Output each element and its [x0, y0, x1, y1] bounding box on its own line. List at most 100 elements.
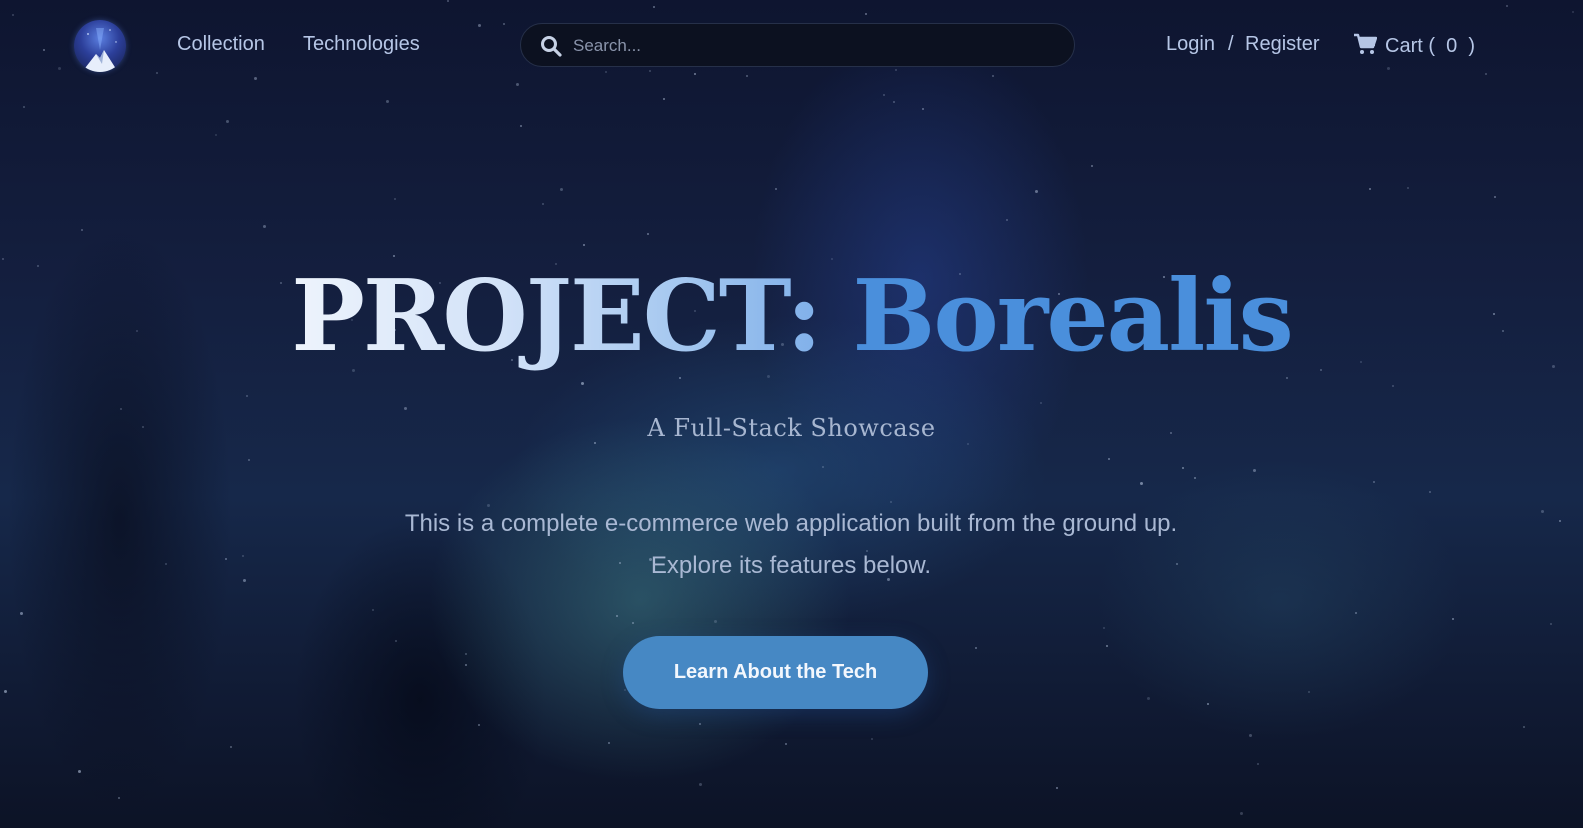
star — [1308, 691, 1310, 693]
star — [1407, 187, 1409, 189]
star — [1541, 510, 1544, 513]
star — [1006, 219, 1008, 221]
search-bar — [520, 23, 1075, 68]
hero-title-borealis: Borealis — [852, 259, 1294, 374]
star — [893, 101, 895, 103]
search-input[interactable] — [571, 24, 1055, 68]
star — [242, 555, 244, 557]
star — [1207, 703, 1209, 705]
star — [520, 125, 522, 127]
star — [775, 188, 777, 190]
star — [465, 653, 467, 655]
nav-link-technologies[interactable]: Technologies — [303, 33, 420, 56]
star — [230, 746, 232, 748]
star — [624, 689, 626, 691]
star — [1253, 469, 1256, 472]
aurora-mountain-logo-icon[interactable] — [74, 20, 126, 72]
star — [246, 395, 248, 397]
register-link[interactable]: Register — [1245, 33, 1319, 56]
star — [78, 770, 81, 773]
star — [647, 233, 649, 235]
star — [883, 94, 885, 96]
star — [967, 443, 969, 445]
hero-description: This is a complete e-commerce web applic… — [404, 510, 1178, 579]
star — [1355, 612, 1357, 614]
star — [581, 382, 584, 385]
star — [699, 783, 702, 786]
star — [1182, 467, 1184, 469]
star — [714, 620, 717, 623]
star — [583, 244, 585, 246]
star — [81, 229, 83, 231]
star — [663, 98, 665, 100]
star — [1147, 697, 1150, 700]
star — [23, 106, 25, 108]
star — [1523, 726, 1525, 728]
star — [922, 108, 924, 110]
star — [394, 198, 396, 200]
login-link[interactable]: Login — [1166, 33, 1215, 56]
star — [608, 742, 610, 744]
star — [226, 120, 229, 123]
star — [1091, 165, 1093, 167]
star — [1140, 482, 1143, 485]
star — [243, 579, 246, 582]
cart-icon — [1354, 33, 1377, 54]
top-navigation: Collection Technologies Login / Register… — [0, 0, 1583, 92]
star — [404, 407, 407, 410]
star — [560, 188, 563, 191]
star — [215, 134, 217, 136]
star — [1452, 618, 1454, 620]
star — [594, 442, 596, 444]
star — [1240, 812, 1243, 815]
star — [478, 724, 480, 726]
star — [1194, 477, 1196, 479]
learn-about-tech-button[interactable]: Learn About the Tech — [623, 636, 928, 709]
star — [616, 615, 618, 617]
star — [975, 647, 977, 649]
star — [1369, 188, 1371, 190]
star — [465, 664, 467, 666]
star — [1035, 190, 1038, 193]
auth-separator: / — [1228, 33, 1234, 55]
star — [20, 612, 23, 615]
nav-link-collection[interactable]: Collection — [177, 33, 265, 56]
star — [871, 738, 873, 740]
star — [1108, 458, 1110, 460]
star — [120, 408, 122, 410]
cart-button[interactable]: Cart ( 0 ) — [1353, 33, 1475, 58]
star — [1056, 787, 1058, 789]
star — [386, 100, 389, 103]
star — [1559, 520, 1561, 522]
star — [1106, 645, 1108, 647]
star — [395, 640, 397, 642]
cart-label: Cart ( — [1385, 35, 1435, 57]
star — [165, 563, 167, 565]
page: Collection Technologies Login / Register… — [0, 0, 1583, 828]
star — [699, 723, 701, 725]
hero-title: PROJECT: Borealis — [0, 252, 1583, 382]
cart-label-close: ) — [1468, 35, 1476, 57]
search-icon — [541, 36, 562, 57]
star — [1257, 763, 1259, 765]
star — [118, 797, 120, 799]
star — [1494, 196, 1496, 198]
star — [263, 225, 266, 228]
star — [785, 743, 787, 745]
star — [1103, 627, 1105, 629]
star — [542, 203, 544, 205]
star — [822, 466, 824, 468]
hero-title-project: PROJECT: — [291, 259, 822, 374]
star — [225, 558, 227, 560]
star — [1040, 402, 1042, 404]
star — [1249, 734, 1252, 737]
star — [248, 459, 250, 461]
star — [1392, 385, 1394, 387]
cart-count: 0 — [1446, 35, 1458, 57]
star — [372, 609, 374, 611]
star — [1429, 491, 1431, 493]
hero-subtitle: A Full-Stack Showcase — [647, 414, 936, 442]
star — [1373, 481, 1375, 483]
star — [4, 690, 7, 693]
star — [632, 622, 634, 624]
